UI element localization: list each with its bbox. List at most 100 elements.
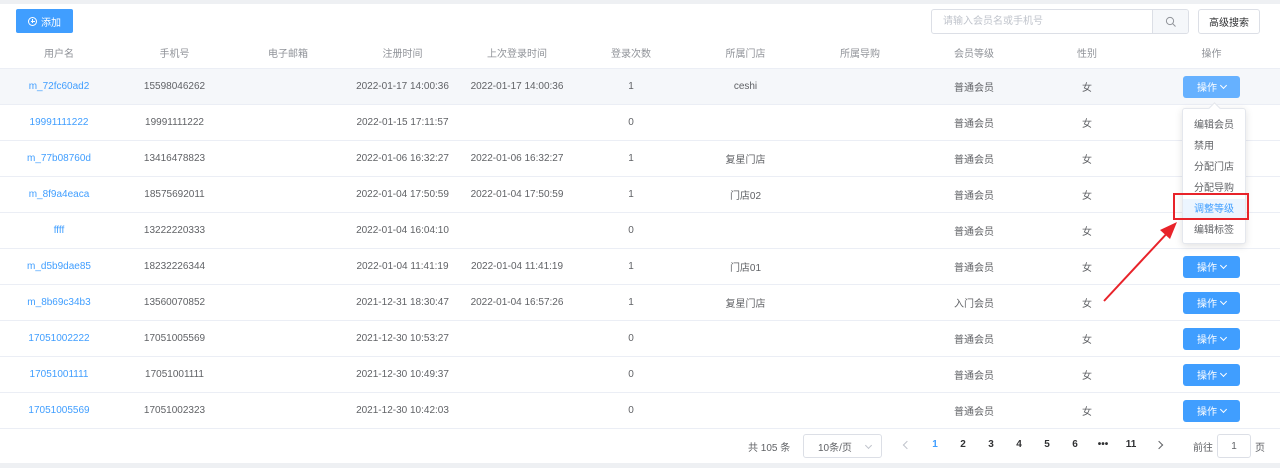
cell-last-login: 2022-01-06 16:32:27: [470, 153, 564, 164]
cell-guide: [803, 177, 917, 212]
cell-phone: 17051001111: [145, 369, 204, 380]
cell-last-login: [460, 105, 574, 140]
column-header: 电子邮箱: [268, 49, 308, 60]
cell-email: [231, 321, 345, 356]
page-number[interactable]: 6: [1067, 439, 1083, 450]
table-row: 17051002222 17051005569 2021-12-30 10:53:2…: [0, 321, 1280, 357]
table-row: m_8f9a4eaca 18575692011 2022-01-04 17:50:5…: [0, 177, 1280, 213]
cell-login-count: 1: [628, 81, 634, 92]
username-link[interactable]: 19991111222: [0, 105, 118, 140]
toolbar: 添加 高级搜索: [0, 4, 1280, 36]
search-box: [931, 9, 1189, 34]
cell-level: 入门会员: [954, 299, 994, 310]
cell-login-count: 1: [628, 189, 634, 200]
next-page-icon[interactable]: [1154, 440, 1164, 450]
goto-page-input[interactable]: [1217, 434, 1251, 458]
cell-store: [688, 357, 803, 392]
page-number[interactable]: 3: [983, 439, 999, 450]
chevron-down-icon: [1219, 261, 1228, 269]
chevron-down-icon: [864, 441, 873, 450]
column-header: 所属门店: [725, 49, 766, 60]
cell-login-count: 0: [628, 369, 634, 380]
table-row: ffff 13222220333 2022-01-04 16:04:10 0 普通会员 女: [0, 213, 1280, 249]
column-header: 手机号: [159, 49, 190, 60]
cell-email: [231, 249, 345, 284]
cell-level: 普通会员: [954, 119, 994, 130]
cell-store: [688, 105, 803, 140]
username-link[interactable]: 17051001111: [0, 357, 118, 392]
column-header: 注册时间: [382, 49, 423, 60]
cell-phone: 18575692011: [144, 189, 205, 200]
page-size-value: 10条/页: [818, 442, 852, 454]
dropdown-item[interactable]: 编辑会员: [1183, 115, 1245, 136]
cell-operation: 操作: [1143, 357, 1280, 392]
page-number[interactable]: 5: [1039, 439, 1055, 450]
column-header: 会员等级: [954, 49, 994, 60]
page-number[interactable]: 2: [955, 439, 971, 450]
cell-email: [231, 141, 345, 176]
cell-operation: 操作: [1143, 321, 1280, 356]
cell-level: 普通会员: [954, 335, 994, 346]
cell-store: 门店01: [729, 263, 762, 274]
username-link[interactable]: m_72fc60ad2: [0, 69, 118, 104]
cell-reg-time: 2022-01-17 14:00:36: [356, 81, 449, 92]
cell-last-login: 2022-01-04 11:41:19: [470, 261, 564, 272]
cell-operation: 操作: [1143, 285, 1280, 320]
chevron-down-icon: [1219, 297, 1228, 305]
cell-guide: [803, 213, 917, 248]
cell-gender: 女: [1082, 371, 1092, 382]
table-body: m_72fc60ad2 15598046262 2022-01-17 14:00:3…: [0, 69, 1280, 429]
username-link[interactable]: m_8b69c34b3: [0, 285, 118, 320]
operation-button[interactable]: 操作: [1183, 327, 1240, 350]
page-size-select[interactable]: 10条/页: [803, 434, 882, 458]
username-link[interactable]: m_77b08760d: [0, 141, 118, 176]
operation-button-label: 操作: [1197, 263, 1217, 274]
dropdown-item[interactable]: 分配门店: [1183, 157, 1245, 178]
cell-guide: [803, 393, 917, 428]
cell-phone: 18232226344: [143, 261, 206, 272]
username-link[interactable]: ffff: [0, 213, 118, 248]
cell-phone: 13560070852: [143, 297, 206, 308]
username-link[interactable]: m_d5b9dae85: [0, 249, 118, 284]
table-row: m_72fc60ad2 15598046262 2022-01-17 14:00:3…: [0, 69, 1280, 105]
cell-email: [231, 285, 345, 320]
chevron-down-icon: [1219, 405, 1228, 413]
cell-gender: 女: [1082, 119, 1092, 130]
column-header: 用户名: [44, 49, 74, 60]
username-link[interactable]: 17051002222: [0, 321, 118, 356]
cell-gender: 女: [1082, 227, 1092, 238]
page-number[interactable]: 4: [1011, 439, 1027, 450]
cell-operation: 操作: [1143, 249, 1280, 284]
operation-button[interactable]: 操作: [1183, 363, 1240, 386]
cell-phone: 17051002323: [143, 405, 206, 416]
cell-gender: 女: [1082, 335, 1092, 346]
prev-page-icon[interactable]: [902, 440, 912, 450]
search-button[interactable]: [1152, 10, 1188, 33]
cell-gender: 女: [1082, 263, 1092, 274]
cell-guide: [803, 285, 917, 320]
operation-button[interactable]: 操作: [1183, 255, 1240, 278]
cell-store: 复星门店: [725, 155, 766, 166]
username-link[interactable]: 17051005569: [0, 393, 118, 428]
cell-gender: 女: [1082, 83, 1092, 94]
dropdown-item[interactable]: 编辑标签: [1183, 220, 1245, 241]
page-ellipsis[interactable]: •••: [1095, 439, 1111, 450]
add-button[interactable]: 添加: [16, 9, 73, 33]
page-number[interactable]: 11: [1123, 439, 1139, 450]
operation-button[interactable]: 操作: [1183, 399, 1240, 422]
operation-button[interactable]: 操作: [1183, 291, 1240, 314]
cell-reg-time: 2021-12-30 10:42:03: [356, 405, 449, 416]
goto-suffix: 页: [1255, 443, 1265, 454]
advanced-search-button[interactable]: 高级搜索: [1198, 9, 1260, 34]
operation-button-label: 操作: [1197, 407, 1217, 418]
cell-gender: 女: [1082, 155, 1092, 166]
cell-phone: 15598046262: [143, 81, 206, 92]
dropdown-item[interactable]: 禁用: [1183, 136, 1245, 157]
search-input[interactable]: [932, 10, 1153, 33]
cell-last-login: [460, 213, 574, 248]
cell-reg-time: 2022-01-04 17:50:59: [356, 189, 449, 200]
table-header: 用户名 手机号 电子邮箱 注册时间 上次登录时间 登录次数 所属门店 所属导购 …: [0, 37, 1280, 69]
page-number[interactable]: 1: [927, 439, 943, 450]
operation-button[interactable]: 操作: [1183, 75, 1240, 98]
username-link[interactable]: m_8f9a4eaca: [0, 177, 118, 212]
